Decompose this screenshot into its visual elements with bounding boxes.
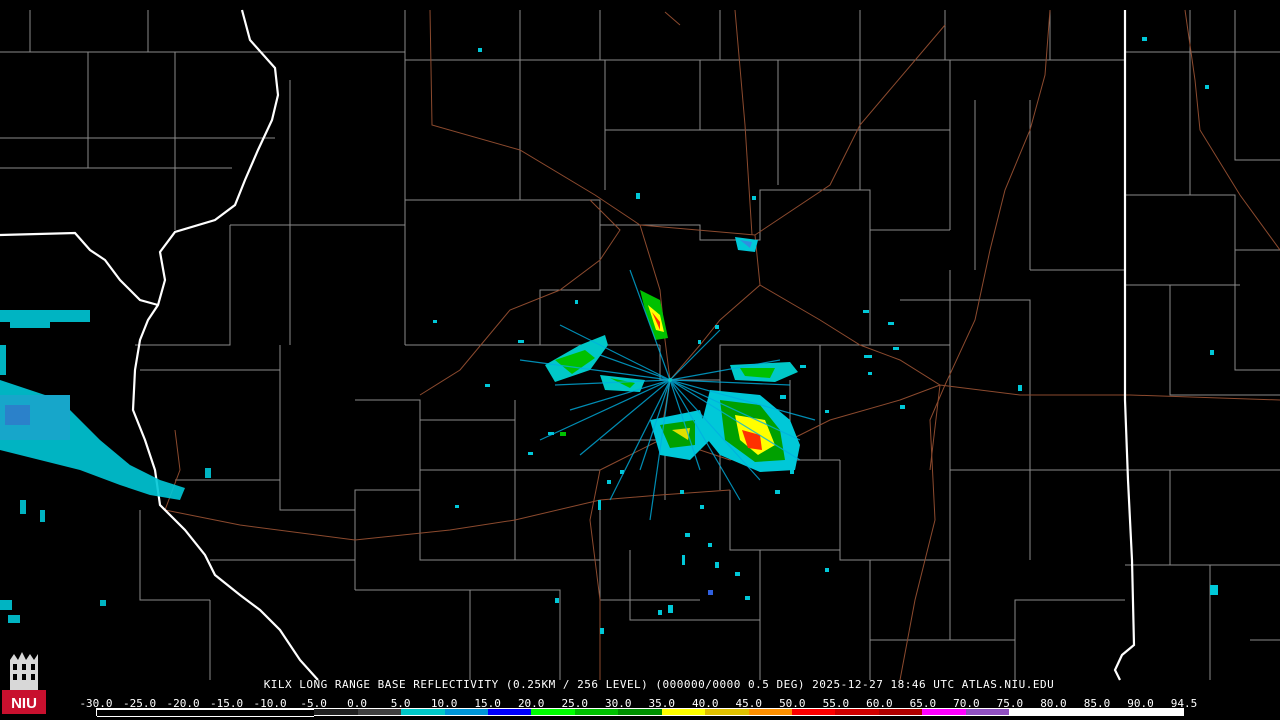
colorbar-segment	[835, 709, 879, 715]
colorbar-segment	[705, 709, 749, 715]
radar-echoes	[0, 37, 1218, 634]
colorbar-segment	[965, 709, 1010, 715]
radial-clutter	[519, 269, 816, 521]
colorbar-segment	[531, 709, 575, 715]
colorbar-segment	[314, 709, 358, 715]
radar-map	[0, 9, 1280, 681]
colorbar-segment	[140, 709, 184, 717]
caption-text: KILX LONG RANGE BASE REFLECTIVITY (0.25K…	[263, 678, 1055, 691]
colorbar-segment	[878, 709, 923, 715]
colorbar-segment	[574, 709, 619, 715]
colorbar-segment	[792, 709, 836, 715]
colorbar-segment	[1052, 709, 1097, 715]
colorbar-segment	[444, 709, 488, 715]
colorbar-segment	[922, 709, 966, 715]
colorbar-segment	[357, 709, 402, 715]
colorbar-segment	[618, 709, 662, 715]
svg-text:NIU: NIU	[11, 695, 37, 712]
colorbar-segment	[401, 709, 445, 715]
colorbar-segment	[1139, 709, 1183, 715]
colorbar-segment	[183, 709, 228, 717]
colorbar-segment	[1009, 709, 1053, 715]
county-boundaries	[0, 10, 1280, 680]
colorbar-segment	[487, 709, 532, 715]
radar-site-marker	[668, 378, 672, 382]
colorbar-segment	[227, 709, 271, 717]
colorbar-segment	[1096, 709, 1140, 715]
radar-product-caption: KILX LONG RANGE BASE REFLECTIVITY (0.25K…	[0, 678, 1280, 691]
colorbar-segment	[270, 709, 315, 717]
scattered-echo-speckles	[433, 37, 1218, 634]
colorbar-segment	[97, 709, 141, 717]
colorbar-segment	[661, 709, 706, 715]
reflectivity-colorbar	[96, 708, 1184, 717]
colorbar-segment	[748, 709, 792, 715]
